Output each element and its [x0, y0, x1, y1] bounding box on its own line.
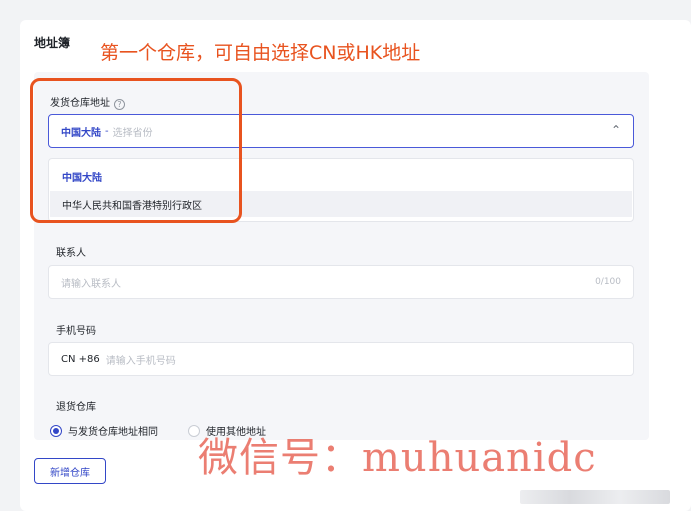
region-dropdown: 中国大陆 中华人民共和国香港特别行政区	[48, 158, 634, 222]
selected-region: 中国大陆	[61, 127, 101, 139]
province-placeholder: 选择省份	[112, 127, 153, 139]
warehouse-region-select[interactable]: 中国大陆 - 选择省份 ⌃	[48, 114, 634, 148]
return-warehouse-label: 退货仓库	[56, 402, 96, 413]
contact-placeholder: 请输入联系人	[61, 278, 121, 290]
contact-label: 联系人	[56, 248, 86, 259]
warehouse-label: 发货仓库地址?	[50, 94, 125, 110]
contact-char-counter: 0/100	[595, 277, 621, 287]
radio-same-address-label[interactable]: 与发货仓库地址相同	[68, 423, 158, 438]
question-circle-icon[interactable]: ?	[114, 99, 125, 110]
region-option-mainland[interactable]: 中国大陆	[50, 163, 632, 189]
chevron-up-icon: ⌃	[610, 123, 621, 137]
region-option-hongkong[interactable]: 中华人民共和国香港特别行政区	[50, 191, 632, 217]
annotation-text: 第一个仓库，可自由选择CN或HK地址	[100, 42, 421, 64]
section-title: 地址簿	[34, 36, 71, 50]
add-warehouse-button[interactable]: 新增仓库	[34, 458, 106, 484]
phone-country-prefix[interactable]: CN +86	[61, 354, 100, 365]
watermark-text: 微信号：muhuanidc	[198, 435, 597, 481]
contact-input[interactable]: 请输入联系人 0/100	[48, 265, 634, 299]
blurred-region	[520, 490, 670, 504]
radio-same-address[interactable]	[50, 424, 62, 437]
phone-label: 手机号码	[56, 326, 96, 337]
phone-input[interactable]: CN +86 请输入手机号码	[48, 342, 634, 376]
region-separator: -	[105, 125, 109, 137]
phone-placeholder: 请输入手机号码	[105, 355, 176, 367]
